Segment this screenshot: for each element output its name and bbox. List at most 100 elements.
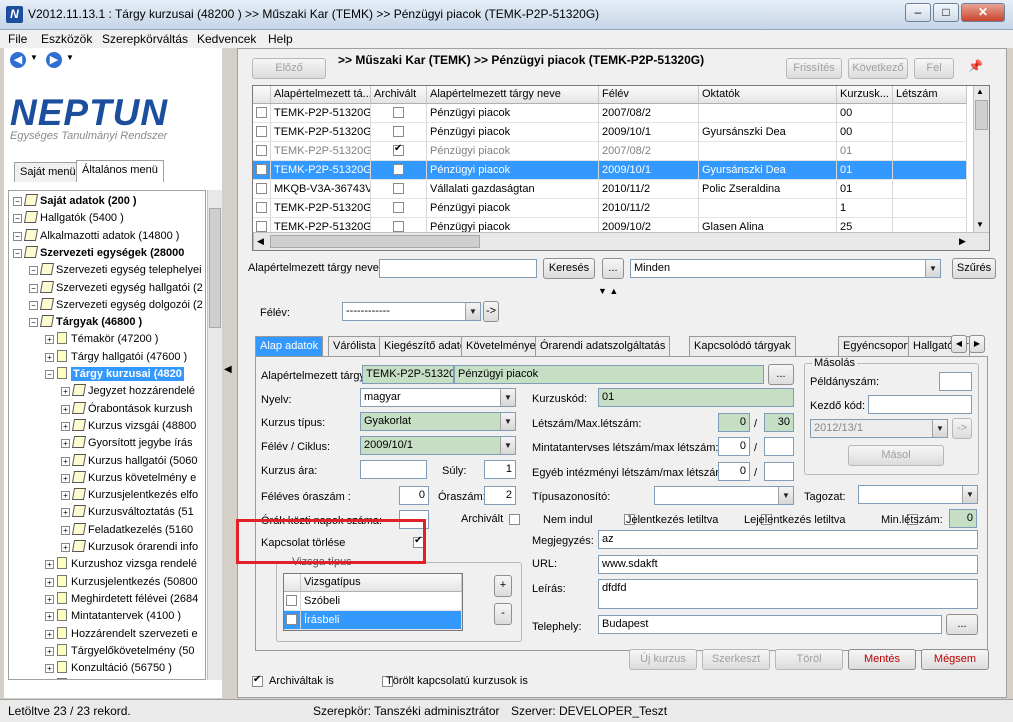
minimize-button[interactable]: – [905,3,931,22]
expand-icon[interactable]: + [45,664,54,674]
menu-help[interactable]: Help [268,32,293,46]
tree-scrollbar[interactable] [207,190,222,680]
cell-headcount[interactable] [893,142,967,161]
archived-cell[interactable] [371,199,427,218]
expand-icon[interactable]: + [61,404,70,414]
tab-detail-5[interactable]: Kapcsolódó tárgyak [689,336,796,356]
curriculum-max-input[interactable] [764,437,794,456]
tree-item[interactable]: − Szervezeti egység dolgozói (2 [29,297,203,314]
cell-code[interactable]: TEMK-P2P-51320G [271,161,371,180]
tree-item[interactable]: − Szervezeti egységek (28000 [13,245,184,262]
site-ellipsis-button[interactable]: ... [946,614,978,635]
expand-icon[interactable]: − [29,300,38,310]
cell-course[interactable]: 00 [837,123,893,142]
weight-input[interactable]: 1 [484,460,516,479]
tree-item[interactable]: − Szervezeti egység telephelyei [29,262,202,279]
cell-teachers[interactable]: Gyursánszki Dea [699,161,837,180]
expand-icon[interactable]: + [61,439,70,449]
exam-type-checkbox[interactable] [286,614,297,625]
cell-code[interactable]: TEMK-P2P-51320G [271,142,371,161]
tree-item[interactable]: + Meghirdetett félévei (2684 [45,591,198,608]
archived-cell[interactable] [371,180,427,199]
weekly-hours-input[interactable]: 2 [484,486,516,505]
forward-arrow-icon[interactable]: ▶ [46,52,62,68]
grid-header[interactable]: Alapértelmezett tárgy neve [427,86,599,104]
tab-detail-4[interactable]: Órarendi adatszolgáltatás [535,336,671,356]
save-button[interactable]: Mentés [848,649,916,670]
expand-icon[interactable]: − [13,214,22,224]
cell-course[interactable]: 01 [837,180,893,199]
up-button[interactable]: Fel [914,58,954,79]
tree-item[interactable]: + Kurzusok órarendi info [61,539,198,556]
cell-term[interactable]: 2010/11/2 [599,199,699,218]
semester-select[interactable]: ------------ ▼ [342,302,481,321]
close-button[interactable]: ✕ [961,3,1005,22]
tree-item[interactable]: + Kurzusjelentkezés (50800 [45,574,198,591]
price-input[interactable] [360,460,427,479]
tree-item[interactable]: + Tárgy hallgatói (47600 ) [45,349,187,366]
exam-type-row-check[interactable] [284,592,301,611]
cell-headcount[interactable] [893,180,967,199]
expand-icon[interactable]: + [45,352,54,362]
menu-file[interactable]: File [8,32,27,46]
grid-header[interactable]: Kurzusk... [837,86,893,104]
expand-icon[interactable]: + [61,491,70,501]
grid-header[interactable]: Archivált [371,86,427,104]
copy-button[interactable]: Másol [848,445,944,466]
expand-icon[interactable]: + [45,629,54,639]
copy-count-input[interactable] [939,372,972,391]
cell-headcount[interactable] [893,199,967,218]
expand-icon[interactable]: + [61,421,70,431]
archived-cell[interactable] [371,104,427,123]
splitter[interactable]: ◀ [222,48,236,698]
cell-course[interactable]: 01 [837,161,893,180]
tree-item[interactable]: + Feladatkezelés (5160 [61,522,193,539]
cell-code[interactable]: TEMK-P2P-51320G [271,123,371,142]
checkbox[interactable] [256,126,267,137]
cell-teachers[interactable]: Gyursánszki Dea [699,123,837,142]
course-code-input[interactable]: 01 [598,388,794,407]
tree-item[interactable]: + Gyorsított jegybe írás [61,435,193,452]
cell-term[interactable]: 2007/08/2 [599,142,699,161]
tagozat-select[interactable]: ▼ [858,485,978,504]
expand-icon[interactable]: − [13,231,22,241]
expand-icon[interactable]: − [45,370,54,379]
row-select-cell[interactable] [253,161,271,180]
expand-icon[interactable]: − [13,197,22,206]
cell-name[interactable]: Pénzügyi piacok [427,142,599,161]
show-archived-checkbox[interactable] [252,674,263,687]
cell-name[interactable]: Vállalati gazdaságtan [427,180,599,199]
scroll-right-icon[interactable]: ▶ [959,236,966,247]
semester-go-button[interactable]: -> [483,301,499,322]
tree-item[interactable]: + Témakör (47200 ) [45,331,158,348]
archived-cell[interactable] [371,161,427,180]
exam-type-row-check[interactable] [284,611,301,630]
checkbox[interactable] [256,183,267,194]
search-input[interactable] [379,259,537,278]
expand-icon[interactable]: + [61,543,70,552]
tree-item[interactable]: − Tárgy kurzusai (4820 [45,366,184,383]
max-headcount-input[interactable]: 30 [764,413,794,432]
cell-name[interactable]: Pénzügyi piacok [427,161,599,180]
grid-vscroll[interactable]: ▲ ▼ [973,86,989,232]
cell-teachers[interactable]: Polic Zseraldina [699,180,837,199]
tabs-left-arrow-icon[interactable]: ◀ [951,335,967,353]
checkbox[interactable] [393,143,404,156]
tree-item[interactable]: + Kurzusváltoztatás (51 [61,504,194,521]
scroll-down-icon[interactable]: ▼ [976,220,984,229]
site-input[interactable]: Budapest [598,615,942,634]
tree-item[interactable]: − Alkalmazotti adatok (14800 ) [13,228,179,245]
forward-dropdown-icon[interactable]: ▼ [66,53,74,62]
term-select[interactable]: 2009/10/1 ▼ [360,436,516,455]
cell-term[interactable]: 2007/08/2 [599,104,699,123]
cell-name[interactable]: Pénzügyi piacok [427,123,599,142]
scroll-left-icon[interactable]: ◀ [257,236,264,247]
tree-item[interactable]: + Hozzárendelt szervezeti e [45,626,198,643]
cell-headcount[interactable] [893,104,967,123]
cancel-button[interactable]: Mégsem [921,649,989,670]
cell-code[interactable]: TEMK-P2P-51320G [271,199,371,218]
new-course-button[interactable]: Új kurzus [629,649,697,670]
checkbox[interactable] [393,107,404,118]
cell-name[interactable]: Pénzügyi piacok [427,104,599,123]
expand-icon[interactable]: + [45,335,54,345]
